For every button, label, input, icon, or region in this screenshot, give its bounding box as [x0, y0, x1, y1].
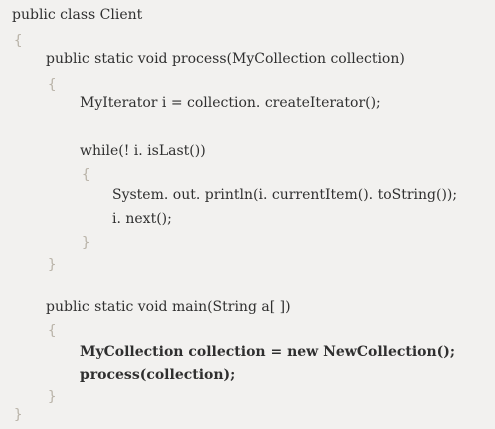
- code-line-collection-instantiation: MyCollection collection = new NewCollect…: [80, 344, 456, 360]
- code-line-class-declaration: public class Client: [12, 7, 143, 23]
- code-line-while-open-brace: {: [82, 167, 91, 183]
- code-line-next-call: i. next();: [112, 211, 172, 227]
- code-line-class-open-brace: {: [14, 33, 23, 49]
- code-line-print-statement: System. out. println(i. currentItem(). t…: [112, 187, 458, 203]
- code-line-while-close-brace: }: [82, 235, 91, 251]
- code-line-while-loop: while(! i. isLast()): [80, 143, 206, 159]
- code-document: public class Client { public static void…: [0, 0, 495, 429]
- code-line-main-signature: public static void main(String a[ ]): [46, 299, 291, 315]
- code-line-process-call: process(collection);: [80, 367, 236, 383]
- code-line-process-close-brace: }: [48, 257, 57, 273]
- code-line-main-open-brace: {: [48, 323, 57, 339]
- code-line-process-signature: public static void process(MyCollection …: [46, 51, 405, 67]
- code-line-process-open-brace: {: [48, 77, 57, 93]
- code-line-main-close-brace: }: [48, 389, 57, 405]
- code-line-class-close-brace: }: [14, 407, 23, 423]
- code-line-iterator-declaration: MyIterator i = collection. createIterato…: [80, 95, 381, 111]
- code-block: public class Client { public static void…: [12, 0, 495, 429]
